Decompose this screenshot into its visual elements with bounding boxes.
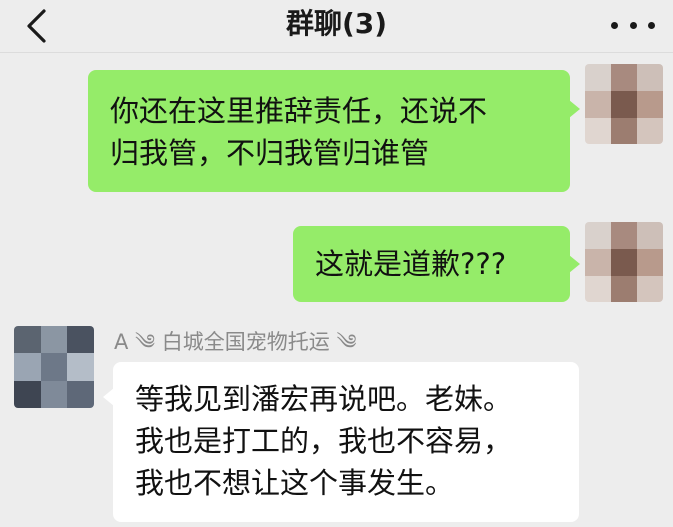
more-dot <box>629 21 637 29</box>
message-bubble-sent[interactable]: 这就是道歉??? <box>293 226 570 302</box>
message-text-line: 归我管，不归我管归谁管 <box>110 136 430 170</box>
bubble-tail <box>569 255 580 273</box>
message-bubble-sent[interactable]: 你还在这里推辞责任，还说不 归我管，不归我管归谁管 <box>88 70 570 192</box>
bubble-tail <box>569 100 580 118</box>
more-horizontal-icon <box>611 21 618 29</box>
message-bubble-received[interactable]: 等我见到潘宏再说吧。老妹。 我也是打工的，我也不容易， 我也不想让这个事发生。 <box>113 362 579 522</box>
bubble-tail <box>103 388 114 406</box>
chat-screen: 群聊(3) 你还在这里推辞责任，还说不 归我管，不归我管归谁管 这就是道歉??? <box>0 0 673 527</box>
message-text-line: 你还在这里推辞责任，还说不 <box>110 94 488 128</box>
more-button[interactable] <box>611 12 655 38</box>
message-text-line: 等我见到潘宏再说吧。老妹。 <box>135 382 513 416</box>
sender-avatar[interactable] <box>14 326 94 408</box>
message-text-line: 我也是打工的，我也不容易， <box>135 424 513 458</box>
message-text-line: 我也不想让这个事发生。 <box>135 466 455 500</box>
chat-header: 群聊(3) <box>0 0 673 53</box>
chat-title: 群聊(3) <box>285 7 388 40</box>
my-avatar[interactable] <box>585 64 663 144</box>
more-dot <box>648 21 655 29</box>
my-avatar[interactable] <box>585 222 663 302</box>
message-text-line: 这就是道歉??? <box>315 247 507 281</box>
sender-name: A ༄ 白城全国宠物托运 ༄ <box>114 330 357 354</box>
